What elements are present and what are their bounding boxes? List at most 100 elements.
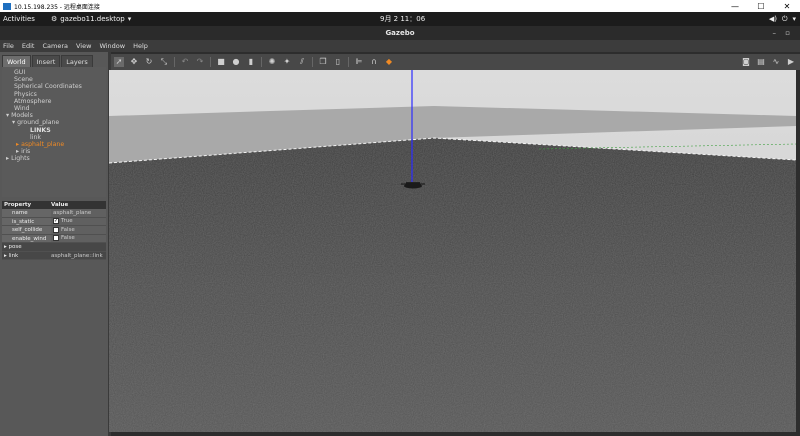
tree-item-gui[interactable]: GUI	[2, 69, 106, 76]
tree-item-link[interactable]: link	[2, 134, 106, 141]
plot-icon[interactable]: ∿	[771, 57, 781, 67]
rotate-mode-icon[interactable]: ↻	[144, 57, 154, 67]
point-light-icon[interactable]: ✺	[267, 57, 277, 67]
tree-item-ground-plane[interactable]: ▾ ground_plane	[2, 119, 106, 126]
tree-item-atmosphere[interactable]: Atmosphere	[2, 98, 106, 105]
panel-tabs: World Insert Layers	[0, 55, 108, 67]
sphere-shape-icon[interactable]: ●	[231, 57, 241, 67]
minimize-window-button[interactable]: –	[773, 26, 777, 40]
property-key: is_static	[2, 217, 51, 225]
minimize-button[interactable]: —	[722, 2, 748, 11]
tab-insert[interactable]: Insert	[31, 55, 61, 67]
paste-icon[interactable]: ▯	[333, 57, 343, 67]
asphalt-texture	[109, 138, 796, 432]
copy-icon[interactable]: ❐	[318, 57, 328, 67]
video-record-icon[interactable]: ▶	[786, 57, 796, 67]
property-value: False	[51, 226, 106, 234]
window-title: Gazebo	[385, 29, 415, 37]
menu-edit[interactable]: Edit	[21, 42, 36, 50]
toolbar-separator	[261, 57, 262, 67]
property-group-label: link	[8, 252, 19, 259]
box-shape-icon[interactable]: ■	[216, 57, 226, 67]
menu-bar: File Edit Camera View Window Help	[0, 40, 800, 52]
self-collide-checkbox[interactable]	[53, 226, 59, 233]
property-value: False	[51, 234, 106, 242]
tree-item-asphalt-plane-label: asphalt_plane	[21, 141, 65, 149]
screenshot-icon[interactable]: ◙	[741, 57, 751, 67]
redo-icon[interactable]: ↷	[195, 57, 205, 67]
scale-mode-icon[interactable]: ⤡	[159, 57, 169, 67]
3d-viewport[interactable]	[109, 70, 796, 432]
volume-icon: ◀)	[768, 14, 777, 23]
directional-light-icon[interactable]: ⫽	[297, 57, 307, 67]
cylinder-shape-icon[interactable]: ▮	[246, 57, 256, 67]
restore-window-button[interactable]: ▫	[785, 26, 790, 40]
toolbar: ➚ ✥ ↻ ⤡ ↶ ↷ ■ ● ▮ ✺ ✦ ⫽ ❐ ▯ ⊫ ∩ ◆ ◙ ▤ ∿ …	[111, 54, 800, 70]
spot-light-icon[interactable]: ✦	[282, 57, 292, 67]
property-value-text: False	[61, 226, 75, 233]
log-icon[interactable]: ▤	[756, 57, 766, 67]
menu-view[interactable]: View	[75, 42, 92, 50]
scene-render	[109, 70, 796, 432]
app-menu[interactable]: ⚙ gazebo11.desktop ▾	[51, 15, 131, 23]
translate-mode-icon[interactable]: ✥	[129, 57, 139, 67]
menu-camera[interactable]: Camera	[41, 42, 69, 50]
property-group-key: ▸ link	[4, 252, 51, 260]
close-button[interactable]: ✕	[774, 2, 800, 11]
tree-item-models[interactable]: ▾ Models	[2, 112, 106, 119]
is-static-checkbox[interactable]: ✓	[53, 218, 59, 225]
tree-item-iris[interactable]: ▸ iris	[2, 148, 106, 155]
enable-wind-checkbox[interactable]	[53, 235, 59, 242]
toolbar-separator	[312, 57, 313, 67]
tree-item-wind[interactable]: Wind	[2, 105, 106, 112]
snap-icon[interactable]: ∩	[369, 57, 379, 67]
gazebo-titlebar: Gazebo – ▫	[0, 26, 800, 40]
activities-button[interactable]: Activities	[3, 15, 35, 23]
tree-item-asphalt-plane[interactable]: ▸ asphalt_plane	[2, 141, 106, 148]
select-mode-icon[interactable]: ➚	[114, 57, 124, 67]
property-key: name	[2, 209, 51, 217]
clock[interactable]: 9月 2 11：06	[380, 14, 425, 24]
toolbar-separator	[210, 57, 211, 67]
menu-window[interactable]: Window	[98, 42, 126, 50]
remote-desktop-titlebar: 10.15.198.235 - 远程桌面连接 — ☐ ✕	[0, 0, 800, 12]
tree-item-lights[interactable]: ▸ Lights	[2, 155, 106, 162]
gear-icon: ⚙	[50, 15, 58, 23]
chevron-down-icon: ▾	[792, 14, 796, 23]
change-view-icon[interactable]: ◆	[384, 57, 394, 67]
property-key: enable_wind	[2, 234, 51, 242]
tree-item-physics[interactable]: Physics	[2, 91, 106, 98]
property-value-text: False	[61, 235, 75, 241]
remote-desktop-title: 10.15.198.235 - 远程桌面连接	[14, 3, 100, 11]
maximize-button[interactable]: ☐	[748, 2, 774, 11]
align-icon[interactable]: ⊫	[354, 57, 364, 67]
app-menu-label: gazebo11.desktop	[60, 15, 125, 23]
property-group-link[interactable]: ▸ link asphalt_plane::link	[2, 251, 106, 260]
tree-item-lights-label: Lights	[11, 155, 30, 163]
left-panel: World Insert Layers GUI Scene Spherical …	[0, 52, 108, 436]
system-tray[interactable]: ◀) ⏻ ▾	[769, 15, 796, 24]
power-icon: ⏻	[781, 14, 788, 23]
property-value: asphalt_plane::link	[51, 252, 103, 259]
property-key: self_collide	[2, 226, 51, 234]
undo-icon[interactable]: ↶	[180, 57, 190, 67]
property-value[interactable]: asphalt_plane	[51, 209, 106, 217]
chevron-down-icon: ▾	[127, 15, 132, 23]
toolbar-right-group: ◙ ▤ ∿ ▶	[741, 57, 796, 67]
gnome-top-bar: Activities ⚙ gazebo11.desktop ▾ 9月 2 11：…	[0, 12, 800, 26]
tree-item-spherical-coordinates[interactable]: Spherical Coordinates	[2, 83, 106, 90]
menu-file[interactable]: File	[2, 42, 15, 50]
tree-item-ground-plane-label: ground_plane	[17, 119, 60, 127]
property-row-is-static: is_static ✓ True	[2, 217, 106, 226]
tree-item-iris-label: iris	[21, 148, 31, 156]
toolbar-separator	[174, 57, 175, 67]
tab-world[interactable]: World	[2, 55, 31, 67]
tree-item-models-label: Models	[11, 112, 33, 120]
property-group-pose[interactable]: ▸ pose	[2, 243, 106, 252]
property-value-text: True	[61, 218, 73, 224]
tab-layers[interactable]: Layers	[61, 55, 93, 67]
world-tree: GUI Scene Spherical Coordinates Physics …	[2, 67, 106, 197]
menu-help[interactable]: Help	[132, 42, 149, 50]
tree-item-scene[interactable]: Scene	[2, 76, 106, 83]
property-value: ✓ True	[51, 217, 106, 225]
